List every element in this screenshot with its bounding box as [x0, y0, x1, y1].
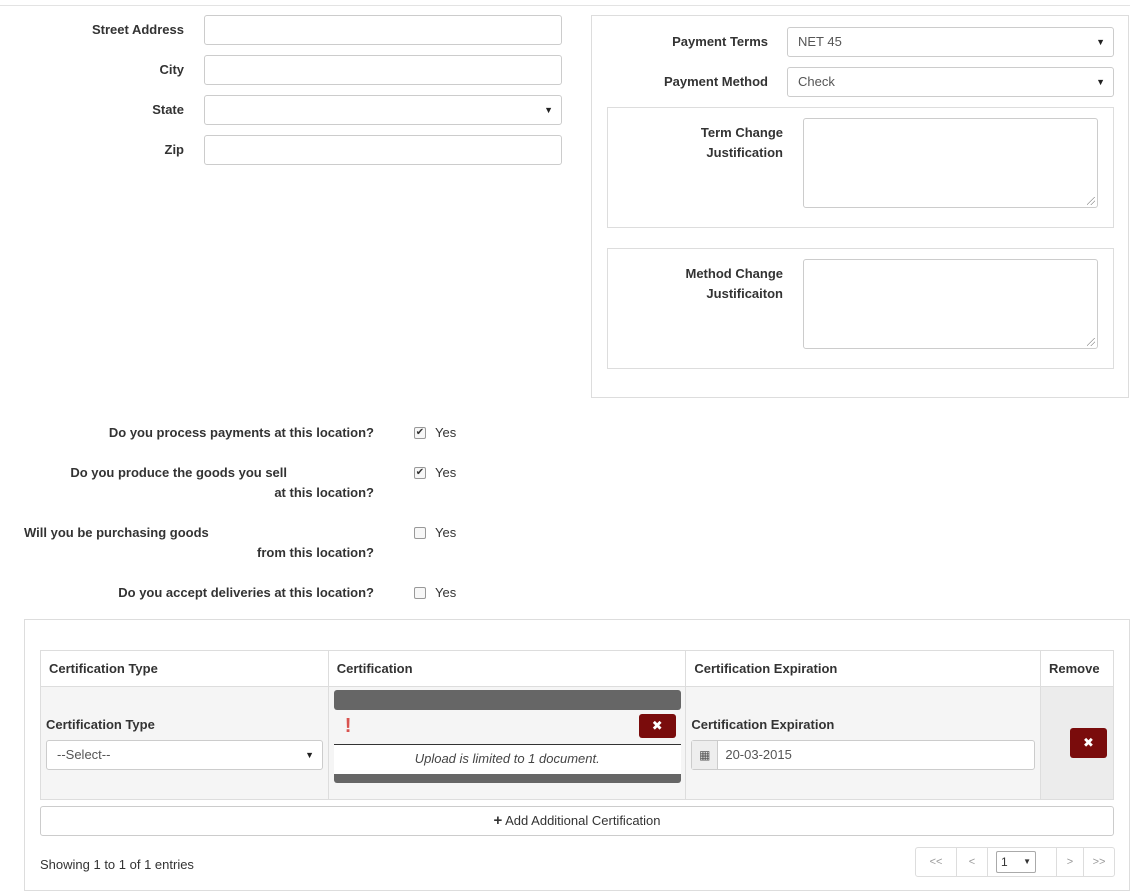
term-change-label-line2: Justification: [706, 145, 783, 160]
method-change-panel: Method Change Justificaiton: [607, 248, 1114, 369]
produce-goods-checkbox[interactable]: ✔: [414, 467, 426, 479]
caret-down-icon: ▼: [1023, 857, 1031, 866]
resize-grip-icon[interactable]: [1087, 197, 1095, 205]
top-divider: [0, 5, 1130, 6]
close-icon: ✖: [651, 718, 663, 733]
method-change-label: Method Change Justificaiton: [628, 264, 784, 304]
purchasing-goods-checkbox[interactable]: [414, 527, 426, 539]
upload-file-row: ! ✖: [333, 710, 681, 744]
payment-terms-label: Payment Terms: [672, 34, 768, 49]
upload-limit-message: Upload is limited to 1 document.: [333, 744, 681, 774]
pager-last-button[interactable]: >>: [1083, 847, 1115, 877]
method-change-justification-textarea[interactable]: [803, 259, 1098, 349]
pagination: << < 1 ▼ > >>: [915, 847, 1115, 877]
cell-certification-upload: ! ✖ Upload is limited to 1 document.: [327, 686, 687, 800]
header-certification-expiration[interactable]: Certification Expiration: [685, 650, 1041, 687]
cell-certification-type: Certification Type --Select-- ▼: [40, 686, 329, 800]
pager-first-button[interactable]: <<: [915, 847, 957, 877]
accept-deliveries-checkbox[interactable]: [414, 587, 426, 599]
method-change-label-line2: Justificaiton: [706, 286, 783, 301]
close-icon: ✖: [1083, 735, 1094, 750]
caret-down-icon: ▼: [544, 105, 553, 115]
pager-prev-button[interactable]: <: [956, 847, 988, 877]
warning-exclamation-icon: !: [344, 715, 352, 737]
term-change-justification-textarea[interactable]: [803, 118, 1098, 208]
payment-method-value: Check: [798, 74, 835, 89]
table-row: Certification Type --Select-- ▼ ! ✖ Uplo…: [40, 686, 1115, 800]
question-purchasing-goods-line1: Will you be purchasing goods: [24, 525, 209, 540]
header-remove: Remove: [1039, 650, 1115, 687]
certifications-panel: Certification Type Certification Certifi…: [24, 619, 1130, 891]
caret-down-icon: ▼: [1096, 37, 1105, 47]
street-address-input[interactable]: [204, 15, 562, 45]
payment-method-select[interactable]: Check ▼: [787, 67, 1114, 97]
payment-method-label: Payment Method: [663, 74, 768, 89]
term-change-panel: Term Change Justification: [607, 107, 1114, 228]
city-label: City: [159, 62, 184, 77]
certification-expiration-datepicker[interactable]: ▦ 20-03-2015: [691, 740, 1036, 770]
state-label: State: [152, 102, 184, 117]
state-select[interactable]: ▼: [204, 95, 562, 125]
question-accept-deliveries: Do you accept deliveries at this locatio…: [118, 585, 374, 600]
cell-certification-expiration: Certification Expiration ▦ 20-03-2015: [685, 686, 1041, 800]
produce-goods-yes-label: Yes: [435, 465, 457, 480]
term-change-label: Term Change Justification: [628, 123, 783, 163]
showing-entries-text: Showing 1 to 1 of 1 entries: [40, 857, 194, 872]
certification-type-value: --Select--: [57, 747, 111, 762]
payment-terms-select[interactable]: NET 45 ▼: [787, 27, 1114, 57]
remove-upload-button[interactable]: ✖: [638, 714, 676, 738]
question-process-payments: Do you process payments at this location…: [108, 425, 374, 440]
question-produce-goods-line2: at this location?: [274, 485, 374, 500]
certification-expiration-value[interactable]: 20-03-2015: [725, 741, 792, 769]
plus-icon: +: [493, 812, 503, 829]
zip-label: Zip: [164, 142, 185, 157]
street-address-label: Street Address: [92, 22, 184, 37]
term-change-label-line1: Term Change: [700, 125, 783, 140]
upload-progress-bar: [333, 690, 681, 710]
question-purchasing-goods-line2: from this location?: [257, 545, 374, 560]
table-header-row: Certification Type Certification Certifi…: [40, 650, 1115, 687]
row-certification-type-label: Certification Type: [46, 717, 155, 732]
process-payments-yes-label: Yes: [435, 425, 457, 440]
remove-certification-button[interactable]: ✖: [1069, 728, 1107, 758]
caret-down-icon: ▼: [305, 750, 314, 760]
city-input[interactable]: [204, 55, 562, 85]
add-certification-label: Add Additional Certification: [505, 813, 661, 828]
row-certification-expiration-label: Certification Expiration: [691, 717, 835, 732]
zip-input[interactable]: [204, 135, 562, 165]
pager-page-value: 1: [1001, 855, 1008, 869]
header-certification[interactable]: Certification: [327, 650, 687, 687]
caret-down-icon: ▼: [1096, 77, 1105, 87]
calendar-icon[interactable]: ▦: [692, 741, 719, 769]
certifications-table: Certification Type Certification Certifi…: [40, 650, 1115, 800]
add-certification-button[interactable]: + Add Additional Certification: [40, 806, 1114, 836]
process-payments-checkbox[interactable]: ✔: [414, 427, 426, 439]
pager-page-select[interactable]: 1 ▼: [996, 851, 1036, 873]
method-change-label-line1: Method Change: [685, 266, 784, 281]
cell-remove: ✖: [1039, 686, 1115, 800]
certification-type-select[interactable]: --Select-- ▼: [46, 740, 323, 770]
payment-terms-value: NET 45: [798, 34, 842, 49]
question-produce-goods-line1: Do you produce the goods you sell: [70, 465, 287, 480]
upload-progress-bar-bottom: [333, 774, 681, 783]
resize-grip-icon[interactable]: [1087, 338, 1095, 346]
header-certification-type[interactable]: Certification Type: [40, 650, 329, 687]
accept-deliveries-yes-label: Yes: [435, 585, 457, 600]
pager-next-button[interactable]: >: [1056, 847, 1084, 877]
payment-panel: Payment Terms NET 45 ▼ Payment Method Ch…: [591, 15, 1129, 398]
pager-page-cell: 1 ▼: [987, 847, 1057, 877]
purchasing-goods-yes-label: Yes: [435, 525, 457, 540]
